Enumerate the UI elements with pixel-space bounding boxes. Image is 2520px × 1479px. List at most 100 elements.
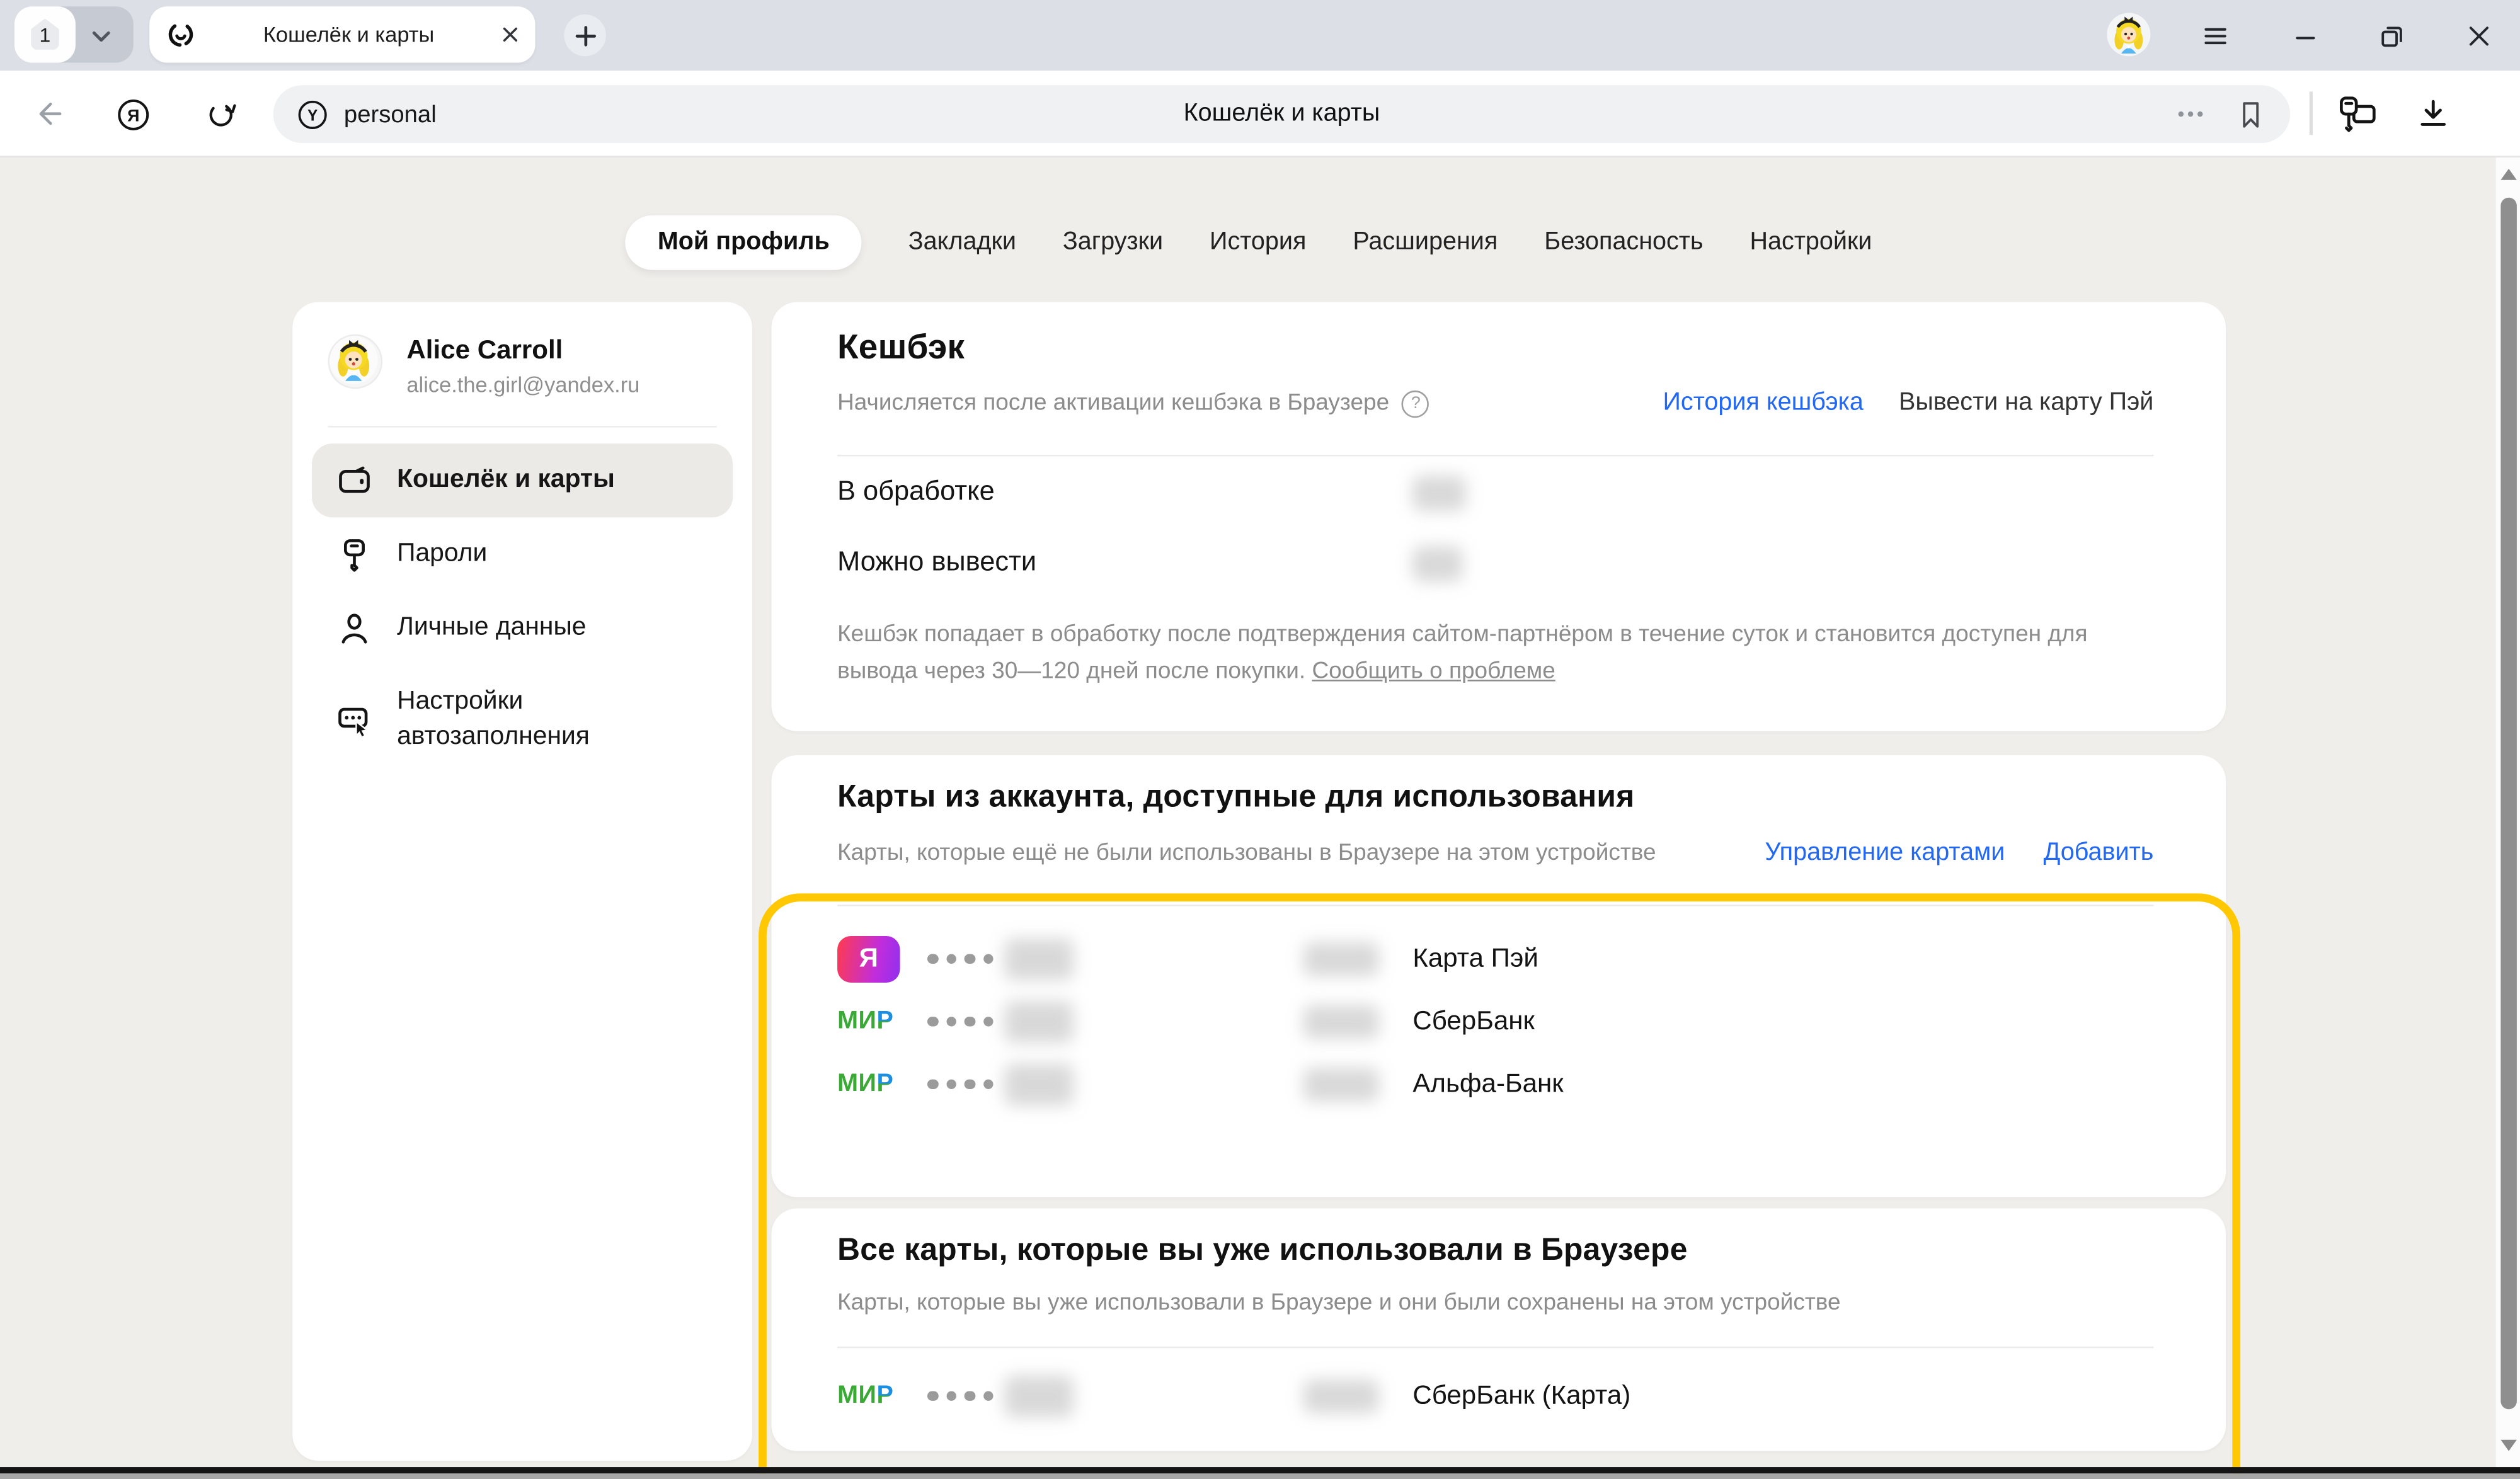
passwords-cards-button[interactable]	[2337, 93, 2378, 135]
tab-bookmarks[interactable]: Закладки	[908, 228, 1016, 257]
page-tabs: Мой профиль Закладки Загрузки История Ра…	[0, 215, 2497, 270]
divider	[837, 1347, 2153, 1349]
address-page-title: Кошелёк и карты	[273, 85, 2291, 143]
card-row[interactable]: МИР Альфа-Банк	[837, 1053, 2153, 1115]
withdrawable-label: Можно вывести	[837, 546, 1036, 578]
masked-withdrawable-amount	[1412, 546, 1462, 581]
tab-extensions[interactable]: Расширения	[1353, 228, 1498, 257]
add-card-link[interactable]: Добавить	[2044, 839, 2154, 868]
account-cards-section: Карты из аккаунта, доступные для использ…	[771, 755, 2226, 1197]
masked-card-number	[1004, 1063, 1074, 1104]
cashback-note: Кешбэк попадает в обработку после подтве…	[837, 617, 2088, 690]
person-icon	[335, 609, 373, 648]
card-row[interactable]: МИР СберБанк	[837, 990, 2153, 1052]
divider	[837, 455, 2153, 457]
mir-logo-green: МИ	[837, 1381, 876, 1410]
download-icon	[2414, 95, 2453, 134]
processing-label: В обработке	[837, 476, 995, 508]
tab-security[interactable]: Безопасность	[1544, 228, 1703, 257]
restore-button[interactable]	[2375, 20, 2407, 52]
new-tab-button[interactable]	[564, 14, 605, 56]
sidebar-item-personal-data[interactable]: Личные данные	[312, 591, 733, 665]
profile-name: Alice Carroll	[406, 336, 639, 366]
profile-sidebar: Alice Carroll alice.the.girl@yandex.ru К…	[292, 302, 752, 1461]
help-icon[interactable]: ?	[1402, 390, 1429, 417]
account-cards-title: Карты из аккаунта, доступные для использ…	[837, 779, 1634, 816]
settings-page: Мой профиль Закладки Загрузки История Ра…	[0, 157, 2520, 1467]
scroll-up-arrow-icon[interactable]	[2500, 169, 2516, 180]
cashback-subheader: Начисляется после активации кешбэка в Бр…	[837, 389, 2153, 418]
manage-cards-link[interactable]: Управление картами	[1765, 839, 2005, 868]
withdraw-to-pay-card-link[interactable]: Вывести на карту Пэй	[1899, 389, 2153, 418]
scrollbar-thumb[interactable]	[2500, 198, 2516, 1409]
divider	[837, 905, 2153, 906]
masked-card-number	[1004, 1000, 1074, 1042]
back-button[interactable]	[30, 96, 66, 132]
sidebar-item-label: Настройки автозаполнения	[397, 685, 590, 755]
masked-expiry-date	[1303, 942, 1379, 976]
tab-favicon-icon	[166, 20, 196, 50]
mir-logo-green: МИ	[837, 1070, 876, 1099]
tab-bar: 1 Кошелёк и карты	[0, 0, 2520, 71]
toolbar-divider	[2310, 91, 2312, 135]
profile-email: alice.the.girl@yandex.ru	[406, 373, 639, 397]
plus-icon	[575, 25, 595, 46]
minimize-icon	[2289, 20, 2320, 50]
bookmark-icon[interactable]	[2234, 97, 2268, 131]
page-scrollbar[interactable]	[2494, 157, 2520, 1467]
masked-dots	[927, 1078, 994, 1089]
sidebar-item-label: Пароли	[397, 540, 487, 569]
masked-card-number	[1004, 938, 1074, 979]
sidebar-item-passwords[interactable]: Пароли	[312, 517, 733, 591]
cashback-card: Кешбэк Начисляется после активации кешбэ…	[771, 302, 2226, 731]
address-bar[interactable]: Y personal Кошелёк и карты	[273, 85, 2291, 143]
tab-group-count: 1	[40, 23, 51, 46]
window-bottom-edge	[0, 1467, 2520, 1473]
sidebar-divider	[328, 426, 716, 428]
mir-logo-blue: Р	[876, 1070, 893, 1099]
close-window-button[interactable]	[2462, 20, 2494, 52]
svg-text:Я: Я	[127, 105, 139, 124]
tab-close-icon[interactable]	[501, 26, 519, 43]
scroll-down-arrow-icon[interactable]	[2500, 1440, 2516, 1451]
tab-group-counter[interactable]: 1	[14, 6, 76, 62]
tab-downloads[interactable]: Загрузки	[1063, 228, 1163, 257]
mir-logo-green: МИ	[837, 1007, 876, 1036]
masked-dots	[927, 1016, 994, 1027]
more-options-icon[interactable]	[2173, 96, 2208, 132]
reload-button[interactable]	[202, 96, 238, 132]
sidebar-item-autofill-settings[interactable]: Настройки автозаполнения	[312, 665, 733, 774]
cashback-history-link[interactable]: История кешбэка	[1663, 389, 1864, 418]
card-row[interactable]: МИР СберБанк (Карта)	[837, 1364, 2153, 1427]
sidebar-item-label: Кошелёк и карты	[397, 466, 615, 495]
masked-card-number	[1004, 1374, 1074, 1416]
navigation-bar: Я Y personal Кошелёк и карты	[0, 71, 2520, 157]
profile-avatar[interactable]	[2107, 13, 2150, 56]
tab-settings[interactable]: Настройки	[1750, 228, 1872, 257]
cashback-subtitle: Начисляется после активации кешбэка в Бр…	[837, 391, 1389, 416]
report-problem-link[interactable]: Сообщить о проблеме	[1312, 658, 1555, 684]
tab-history[interactable]: История	[1210, 228, 1306, 257]
back-arrow-icon	[30, 96, 66, 132]
yandex-pay-badge: Я	[837, 935, 900, 982]
card-row[interactable]: Я Карта Пэй	[837, 927, 2153, 990]
sidebar-item-wallet-cards[interactable]: Кошелёк и карты	[312, 443, 733, 517]
browser-tab-active[interactable]: Кошелёк и карты	[149, 6, 535, 62]
used-cards-title: Все карты, которые вы уже использовали в…	[837, 1233, 1688, 1270]
yandex-home-button[interactable]: Я	[116, 96, 151, 132]
tab-group[interactable]: 1	[14, 6, 134, 62]
downloads-button[interactable]	[2414, 95, 2453, 134]
masked-dots	[927, 1390, 994, 1401]
card-name: СберБанк	[1412, 1006, 1535, 1036]
key-icon	[335, 535, 373, 573]
avatar-girl-illustration	[329, 336, 378, 384]
profile-summary[interactable]: Alice Carroll alice.the.girl@yandex.ru	[328, 334, 723, 397]
used-cards-section: Все карты, которые вы уже использовали в…	[771, 1208, 2226, 1451]
chevron-down-icon[interactable]	[91, 30, 111, 42]
card-name: СберБанк (Карта)	[1412, 1380, 1630, 1410]
tab-my-profile[interactable]: Мой профиль	[626, 215, 862, 270]
minimize-button[interactable]	[2289, 20, 2321, 52]
sidebar-item-label: Личные данные	[397, 614, 586, 642]
menu-button[interactable]	[2199, 20, 2231, 52]
cashback-title: Кешбэк	[837, 328, 965, 368]
